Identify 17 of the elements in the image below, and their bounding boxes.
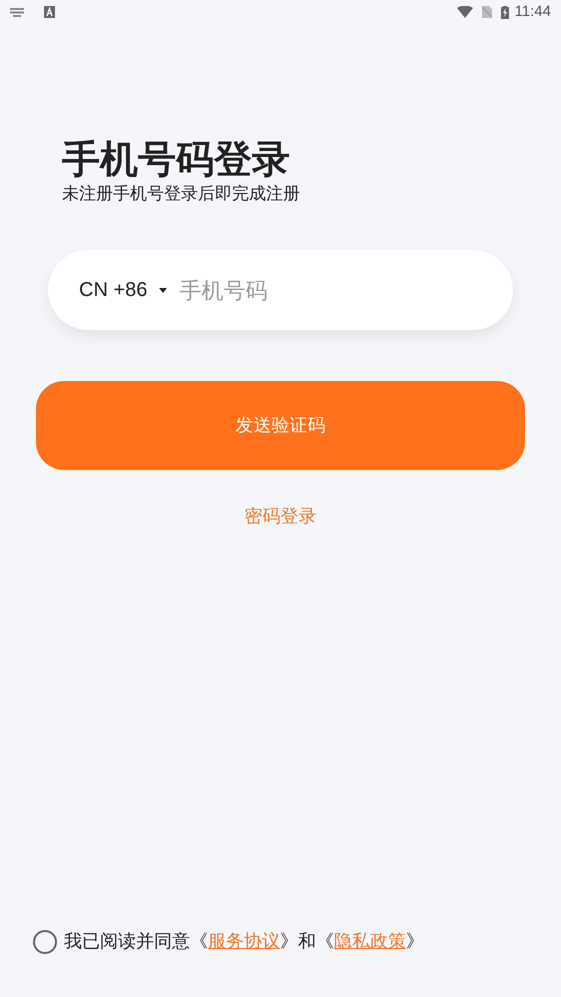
send-code-button[interactable]: 发送验证码 [36,381,525,470]
country-code-selector[interactable]: CN +86 [79,275,148,305]
keyboard-icon [10,8,24,16]
battery-charging-icon [500,6,509,18]
agreement-text: 我已阅读并同意《服务协议》和《隐私政策》 [64,930,424,953]
password-login-link[interactable]: 密码登录 [244,503,316,530]
agreement-link[interactable]: 隐私政策 [334,931,406,951]
phone-input-field[interactable]: CN +86 手机号码 [48,250,513,330]
agreement-link[interactable]: 服务协议 [208,931,280,951]
agreement-checkbox[interactable] [33,930,57,954]
page-title: 手机号码登录 [62,138,291,183]
dropdown-caret-icon[interactable] [159,288,168,292]
wifi-icon [456,6,473,18]
no-sim-icon [482,6,492,18]
page-subtitle: 未注册手机号登录后即完成注册 [62,183,301,205]
font-icon [44,6,55,18]
clock-time: 11:44 [514,2,551,22]
